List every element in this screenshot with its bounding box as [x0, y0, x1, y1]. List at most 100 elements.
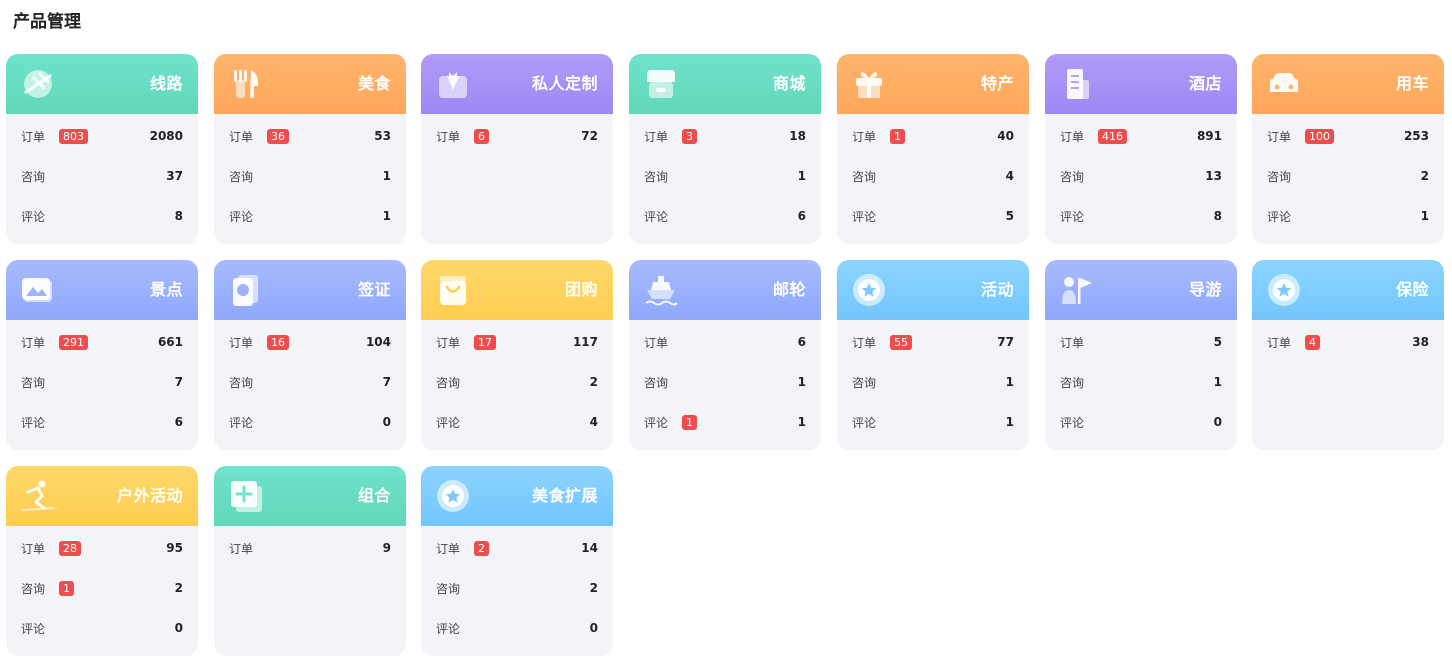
product-card[interactable]: 组合订单 9 — [214, 466, 406, 656]
hotel-building-icon — [1059, 66, 1095, 102]
stat-row-consult[interactable]: 咨询 13 — [1045, 160, 1237, 200]
stat-row-order[interactable]: 订单 5 — [1045, 326, 1237, 366]
stat-row-comment[interactable]: 评论 6 — [629, 200, 821, 240]
product-card-header[interactable]: 美食扩展 — [421, 466, 613, 526]
product-card-header[interactable]: 导游 — [1045, 260, 1237, 320]
product-card[interactable]: 美食扩展订单 2 14 咨询 2 评论 0 — [421, 466, 613, 656]
product-card-header[interactable]: 私人定制 — [421, 54, 613, 114]
stat-row-comment[interactable]: 评论 1 — [1252, 200, 1444, 240]
stat-row-consult[interactable]: 咨询 2 — [421, 366, 613, 406]
product-card[interactable]: 活动 订单 55 77 咨询 1 评论 1 — [837, 260, 1029, 450]
product-card[interactable]: 用车订单 100 253 咨询 2 评论 1 — [1252, 54, 1444, 244]
product-card[interactable]: 特产订单 1 40 咨询 4 评论 5 — [837, 54, 1029, 244]
stat-row-order[interactable]: 订单 17 117 — [421, 326, 613, 366]
product-card-header[interactable]: 签证 — [214, 260, 406, 320]
product-card-header[interactable]: 活动 — [837, 260, 1029, 320]
stat-row-order[interactable]: 订单 1 40 — [837, 120, 1029, 160]
stat-row-consult[interactable]: 咨询 2 — [421, 572, 613, 612]
stat-row-comment[interactable]: 评论 0 — [214, 406, 406, 446]
product-card[interactable]: 线路订单 803 2080 咨询 37 评论 8 — [6, 54, 198, 244]
stat-row-consult[interactable]: 咨询 37 — [6, 160, 198, 200]
stat-row-consult[interactable]: 咨询 7 — [214, 366, 406, 406]
stat-row-consult[interactable]: 咨询 1 — [837, 366, 1029, 406]
product-card-header[interactable]: 组合 — [214, 466, 406, 526]
stat-row-order[interactable]: 订单 416 891 — [1045, 120, 1237, 160]
product-card[interactable]: 团购订单 17 117 咨询 2 评论 4 — [421, 260, 613, 450]
stat-row-order[interactable]: 订单 9 — [214, 532, 406, 572]
new-count-badge: 28 — [59, 541, 81, 556]
stat-row-comment[interactable]: 评论 0 — [1045, 406, 1237, 446]
stat-row-order[interactable]: 订单 6 — [629, 326, 821, 366]
product-card-header[interactable]: 用车 — [1252, 54, 1444, 114]
stat-row-consult[interactable]: 咨询 2 — [1252, 160, 1444, 200]
stat-value: 72 — [581, 129, 598, 143]
stat-row-comment[interactable]: 评论 1 — [837, 406, 1029, 446]
product-card-header[interactable]: 美食 — [214, 54, 406, 114]
stat-label: 订单 — [852, 130, 877, 144]
stat-row-consult[interactable]: 咨询 1 — [629, 366, 821, 406]
product-card[interactable]: 商城订单 3 18 咨询 1 评论 6 — [629, 54, 821, 244]
stat-value: 253 — [1403, 129, 1429, 143]
stat-label: 咨询 — [21, 582, 46, 596]
stat-row-consult[interactable]: 咨询 7 — [6, 366, 198, 406]
product-card-header[interactable]: 线路 — [6, 54, 198, 114]
stat-row-comment[interactable]: 评论 8 — [1045, 200, 1237, 240]
stat-row-comment[interactable]: 评论 5 — [837, 200, 1029, 240]
product-card[interactable]: 导游订单 5 咨询 1 评论 0 — [1045, 260, 1237, 450]
stat-row-consult[interactable]: 咨询 1 — [629, 160, 821, 200]
product-card[interactable]: 邮轮订单 6 咨询 1 评论 1 1 — [629, 260, 821, 450]
stat-value: 4 — [589, 415, 598, 429]
new-count-badge: 55 — [890, 335, 912, 350]
stat-row-consult[interactable]: 咨询 1 2 — [6, 572, 198, 612]
stat-row-comment[interactable]: 评论 0 — [421, 612, 613, 652]
product-card[interactable]: 景点订单 291 661 咨询 7 评论 6 — [6, 260, 198, 450]
stat-value: 0 — [174, 621, 183, 635]
stat-row-consult[interactable]: 咨询 1 — [214, 160, 406, 200]
stat-value: 117 — [572, 335, 598, 349]
stat-row-order[interactable]: 订单 803 2080 — [6, 120, 198, 160]
stat-row-order[interactable]: 订单 6 72 — [421, 120, 613, 160]
stat-row-comment[interactable]: 评论 1 1 — [629, 406, 821, 446]
stat-label: 订单 — [229, 130, 254, 144]
stat-value: 14 — [581, 541, 598, 555]
stat-row-order[interactable]: 订单 100 253 — [1252, 120, 1444, 160]
product-card-header[interactable]: 景点 — [6, 260, 198, 320]
stat-row-comment[interactable]: 评论 8 — [6, 200, 198, 240]
product-card-header[interactable]: 商城 — [629, 54, 821, 114]
product-card[interactable]: 私人定制订单 6 72 — [421, 54, 613, 244]
stat-label: 咨询 — [21, 170, 46, 184]
product-card[interactable]: 美食订单 36 53 咨询 1 评论 1 — [214, 54, 406, 244]
stat-row-order[interactable]: 订单 4 38 — [1252, 326, 1444, 366]
product-card-header[interactable]: 团购 — [421, 260, 613, 320]
stat-row-comment[interactable]: 评论 0 — [6, 612, 198, 652]
product-card[interactable]: 保险订单 4 38 — [1252, 260, 1444, 450]
stat-row-order[interactable]: 订单 2 14 — [421, 532, 613, 572]
stat-label: 咨询 — [436, 582, 461, 596]
product-card-header[interactable]: 保险 — [1252, 260, 1444, 320]
stat-row-consult[interactable]: 咨询 4 — [837, 160, 1029, 200]
product-card-header[interactable]: 户外活动 — [6, 466, 198, 526]
stat-row-comment[interactable]: 评论 4 — [421, 406, 613, 446]
product-card[interactable]: 户外活动订单 28 95 咨询 1 2 评论 0 — [6, 466, 198, 656]
stat-row-comment[interactable]: 评论 1 — [214, 200, 406, 240]
stat-row-consult[interactable]: 咨询 1 — [1045, 366, 1237, 406]
product-card-header[interactable]: 特产 — [837, 54, 1029, 114]
stat-row-order[interactable]: 订单 36 53 — [214, 120, 406, 160]
stat-value: 2 — [1420, 169, 1429, 183]
stat-label: 咨询 — [1060, 376, 1085, 390]
stat-row-order[interactable]: 订单 28 95 — [6, 532, 198, 572]
stat-row-order[interactable]: 订单 291 661 — [6, 326, 198, 366]
product-card-header[interactable]: 酒店 — [1045, 54, 1237, 114]
gift-icon — [851, 66, 887, 102]
product-card[interactable]: 酒店订单 416 891 咨询 13 评论 8 — [1045, 54, 1237, 244]
stat-row-order[interactable]: 订单 55 77 — [837, 326, 1029, 366]
product-card-header[interactable]: 邮轮 — [629, 260, 821, 320]
stat-label: 订单 — [436, 336, 461, 350]
stat-row-order[interactable]: 订单 3 18 — [629, 120, 821, 160]
stat-label: 订单 — [852, 336, 877, 350]
stat-row-comment[interactable]: 评论 6 — [6, 406, 198, 446]
product-card-title: 户外活动 — [116, 486, 183, 505]
product-card-stats: 订单 4 38 — [1252, 320, 1444, 366]
product-card[interactable]: 签证订单 16 104 咨询 7 评论 0 — [214, 260, 406, 450]
stat-row-order[interactable]: 订单 16 104 — [214, 326, 406, 366]
